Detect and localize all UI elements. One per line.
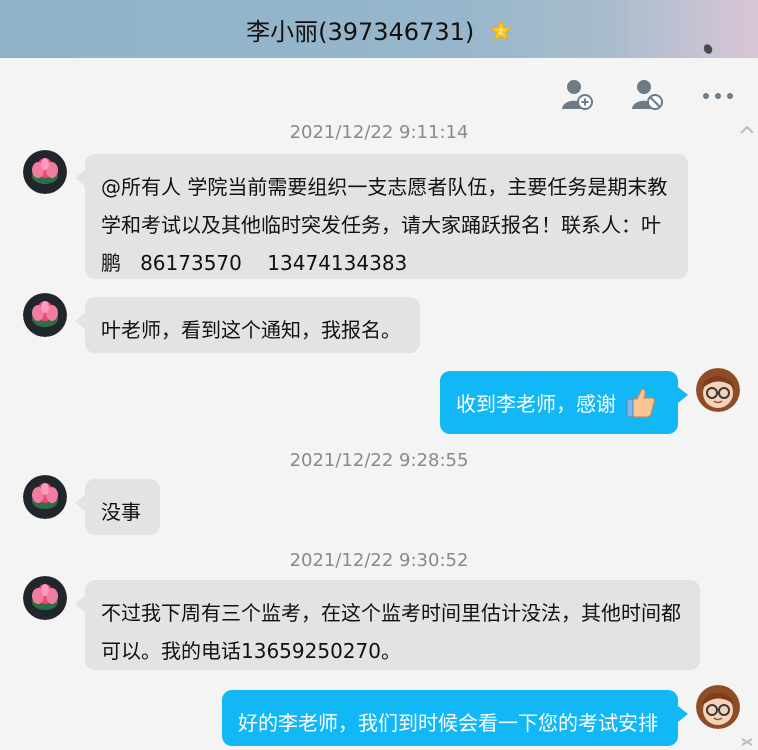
lotus-avatar-icon	[23, 150, 67, 194]
message-bubble-incoming[interactable]: 叶老师，看到这个通知，我报名。	[75, 297, 420, 353]
message-text: 叶老师，看到这个通知，我报名。	[101, 318, 401, 342]
add-friend-icon	[562, 80, 593, 110]
title-bar: 李小丽(397346731) Z	[0, 0, 758, 58]
add-friend-button[interactable]	[560, 78, 596, 114]
message-text: 好的李老师，我们到时候会看一下您的考试安排	[238, 711, 658, 735]
avatar[interactable]	[23, 150, 67, 194]
chat-window: 李小丽(397346731) Z 2021/12/22 9:11:14 @所有人…	[0, 0, 758, 750]
message-text: 没事	[101, 500, 141, 524]
thumbs-up-icon	[624, 385, 658, 419]
chat-toolbar	[560, 78, 736, 114]
message-timestamp: 2021/12/22 9:28:55	[289, 450, 469, 471]
window-title: 李小丽(397346731) Z	[0, 12, 758, 47]
message-bubble-incoming[interactable]: @所有人 学院当前需要组织一支志愿者队伍，主要任务是期末教学和考试以及其他临时突…	[75, 154, 688, 279]
lotus-avatar-icon	[23, 475, 67, 519]
message-bubble-incoming[interactable]: 没事	[75, 479, 160, 535]
svg-text:Z: Z	[499, 29, 504, 36]
message-bubble-incoming[interactable]: 不过我下周有三个监考，在这个监考时间里估计没法，其他时间都可以。我的电话1365…	[75, 580, 700, 670]
message-bubble-outgoing[interactable]: 收到李老师，感谢	[440, 371, 688, 434]
message-text: @所有人 学院当前需要组织一支志愿者队伍，主要任务是期末教学和考试以及其他临时突…	[101, 175, 668, 275]
lotus-avatar-icon	[23, 293, 67, 337]
message-timestamp: 2021/12/22 9:11:14	[289, 122, 469, 143]
avatar[interactable]	[696, 685, 740, 729]
lotus-avatar-icon	[23, 576, 67, 620]
message-bubble-outgoing[interactable]: 好的李老师，我们到时候会看一下您的考试安排	[222, 690, 688, 746]
avatar[interactable]	[23, 576, 67, 620]
avatar[interactable]	[23, 293, 67, 337]
avatar[interactable]	[23, 475, 67, 519]
message-text: 不过我下周有三个监考，在这个监考时间里估计没法，其他时间都可以。我的电话1365…	[101, 601, 681, 663]
cartoon-avatar-icon	[696, 685, 740, 729]
vip-star-icon: Z	[489, 19, 513, 42]
more-options-button[interactable]	[700, 78, 736, 114]
close-icon[interactable]	[740, 738, 754, 746]
message-timestamp: 2021/12/22 9:30:52	[289, 550, 469, 571]
contact-name-title: 李小丽(397346731)	[246, 18, 475, 46]
block-user-button[interactable]	[630, 78, 666, 114]
more-options-icon	[703, 93, 733, 99]
block-user-icon	[632, 80, 663, 110]
avatar[interactable]	[696, 368, 740, 412]
cartoon-avatar-icon	[696, 368, 740, 412]
message-text: 收到李老师，感谢	[456, 392, 616, 416]
